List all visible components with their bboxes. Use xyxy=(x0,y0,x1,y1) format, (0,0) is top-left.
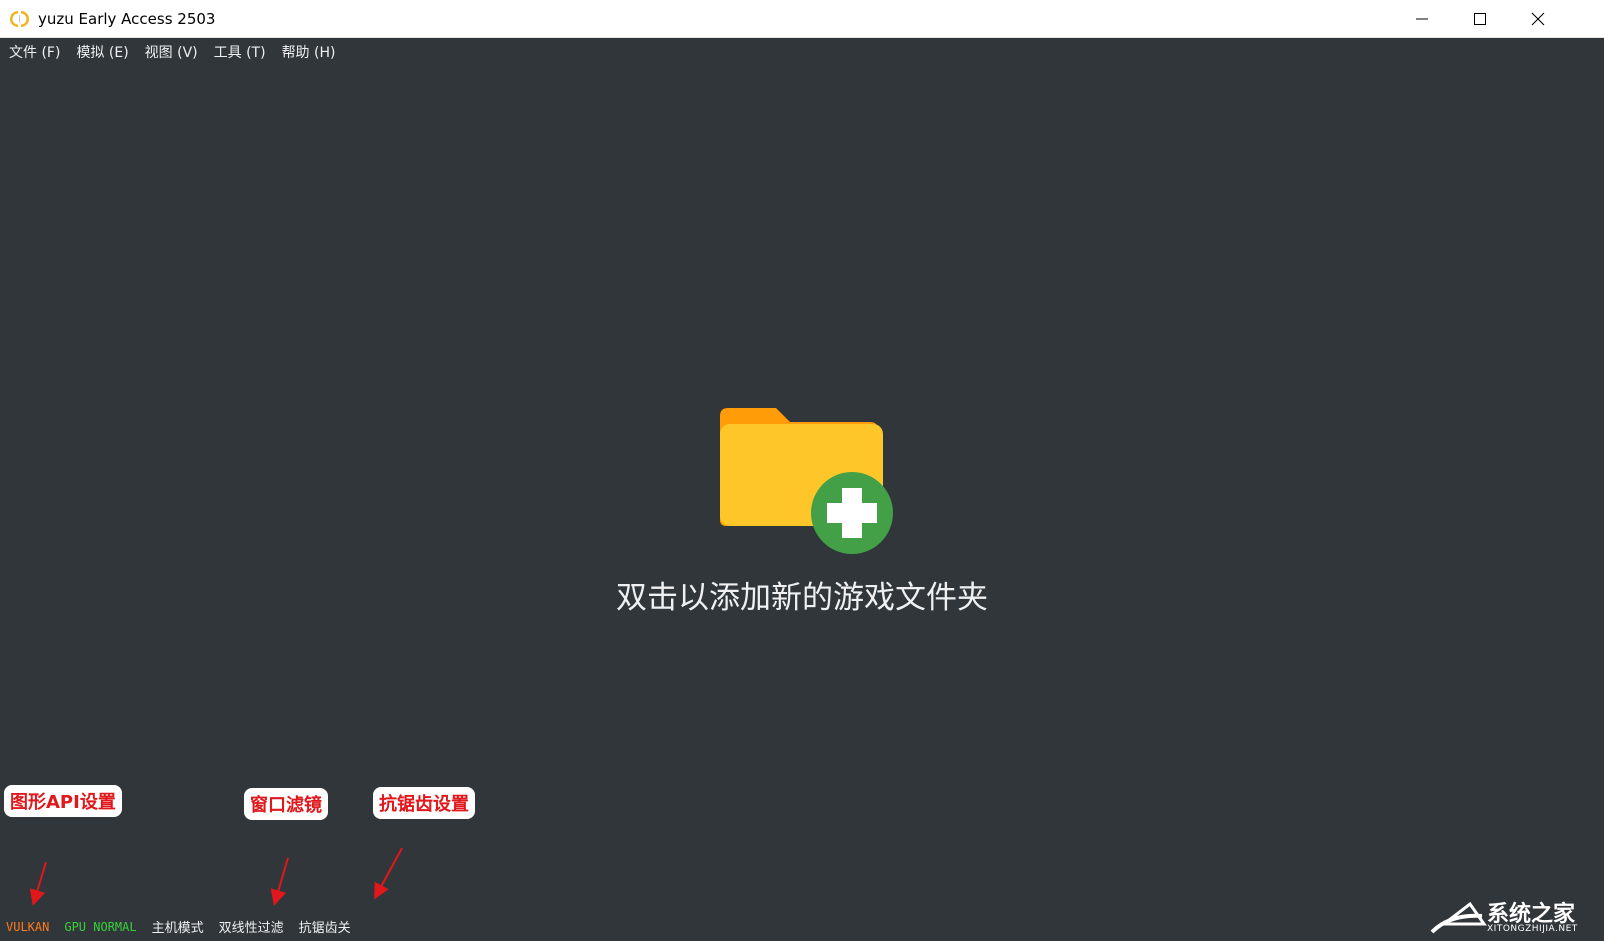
menu-emulation[interactable]: 模拟 (E) xyxy=(68,38,136,68)
close-icon xyxy=(1531,12,1545,26)
menu-tools[interactable]: 工具 (T) xyxy=(206,38,274,68)
annotation-anti-aliasing: 抗锯齿设置 xyxy=(375,789,473,817)
menu-file[interactable]: 文件 (F) xyxy=(1,38,68,68)
annotation-graphics-api: 图形API设置 xyxy=(6,787,120,815)
status-window-filter[interactable]: 双线性过滤 xyxy=(219,917,284,936)
menu-view[interactable]: 视图 (V) xyxy=(137,38,206,68)
close-button[interactable] xyxy=(1509,0,1567,38)
window-title: yuzu Early Access 2503 xyxy=(38,10,216,28)
minimize-button[interactable] xyxy=(1393,0,1451,38)
status-gpu-accuracy[interactable]: GPU NORMAL xyxy=(64,920,136,934)
maximize-icon xyxy=(1474,13,1486,25)
folder-add-icon[interactable] xyxy=(718,400,898,560)
add-folder-hint: 双击以添加新的游戏文件夹 xyxy=(616,580,988,616)
maximize-button[interactable] xyxy=(1451,0,1509,38)
menu-bar: 文件 (F) 模拟 (E) 视图 (V) 工具 (T) 帮助 (H) xyxy=(0,38,1604,68)
menu-help[interactable]: 帮助 (H) xyxy=(274,38,344,68)
status-bar: VULKAN GPU NORMAL 主机模式 双线性过滤 抗锯齿关 xyxy=(0,912,1604,941)
minimize-icon xyxy=(1416,18,1428,20)
status-docked-mode[interactable]: 主机模式 xyxy=(152,917,204,936)
status-anti-aliasing[interactable]: 抗锯齿关 xyxy=(299,917,351,936)
watermark-subtitle: XITONGZHIJIA.NET xyxy=(1487,924,1578,934)
annotation-window-filter: 窗口滤镜 xyxy=(246,790,326,818)
status-graphics-api[interactable]: VULKAN xyxy=(6,920,49,934)
yuzu-logo-icon xyxy=(10,11,29,27)
title-bar: yuzu Early Access 2503 xyxy=(0,0,1604,38)
